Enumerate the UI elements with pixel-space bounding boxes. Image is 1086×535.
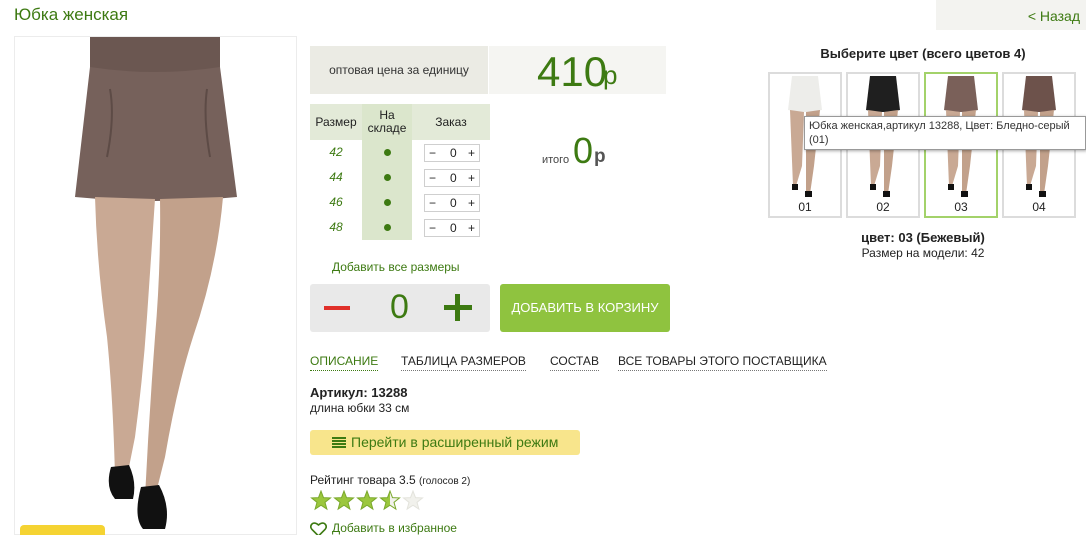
in-stock-dot [383, 199, 391, 207]
order-header: Заказ [412, 104, 490, 140]
color-chooser-title: Выберите цвет (всего цветов 4) [820, 46, 1026, 61]
size-value: 46 [329, 195, 343, 209]
back-panel: < Назад [936, 0, 1086, 30]
quantity-stepper: − 0 + [424, 169, 480, 187]
favorites-label: Добавить в избранное [332, 521, 457, 535]
minus-icon[interactable]: − [429, 171, 436, 185]
product-photo [75, 37, 237, 529]
star-icon[interactable] [333, 490, 355, 511]
quantity-value[interactable]: 0 [450, 146, 457, 160]
star-icon[interactable] [356, 490, 378, 511]
quantity-stepper-large: 0 [310, 284, 490, 332]
plus-icon[interactable]: + [468, 196, 475, 210]
quantity-stepper: − 0 + [424, 144, 480, 162]
tab-all-supplier-products[interactable]: ВСЕ ТОВАРЫ ЭТОГО ПОСТАВЩИКА [618, 354, 827, 371]
heart-icon [310, 522, 327, 535]
stock-indicator [362, 140, 412, 165]
back-link[interactable]: < Назад [1028, 8, 1080, 24]
plus-icon[interactable]: + [468, 146, 475, 160]
price-currency: р [603, 60, 618, 90]
plus-icon[interactable]: + [468, 221, 475, 235]
stock-indicator [362, 165, 412, 190]
tab-composition[interactable]: СОСТАВ [550, 354, 599, 371]
tab-size-table[interactable]: ТАБЛИЦА РАЗМЕРОВ [401, 354, 526, 371]
stock-indicator [362, 190, 412, 215]
add-to-cart-button[interactable]: ДОБАВИТЬ В КОРЗИНУ [500, 284, 670, 332]
minus-icon[interactable]: − [429, 221, 436, 235]
star-icon[interactable] [379, 490, 401, 511]
article-number: Артикул: 13288 [310, 385, 408, 400]
minus-icon[interactable]: − [429, 146, 436, 160]
advanced-mode-button[interactable]: Перейти в расширенный режим [310, 430, 580, 455]
rating-label: Рейтинг товара 3.5 [310, 473, 416, 487]
rating-votes: (голосов 2) [419, 476, 471, 487]
swatch-skirt [788, 76, 822, 112]
swatch-label: 01 [798, 200, 812, 214]
product-image[interactable] [14, 36, 297, 535]
promo-tab[interactable] [20, 525, 105, 535]
plus-icon[interactable]: + [468, 171, 475, 185]
size-value: 44 [329, 170, 343, 184]
stock-header: На складе [362, 104, 412, 140]
list-icon [332, 437, 346, 448]
order-cell: − 0 + [412, 140, 490, 165]
quantity-stepper: − 0 + [424, 194, 480, 212]
selected-color-name: цвет: 03 (Бежевый) [861, 230, 985, 245]
quantity-value-large[interactable]: 0 [390, 288, 409, 327]
star-icon[interactable] [402, 490, 424, 511]
swatch-skirt [944, 76, 978, 112]
swatch-label: 02 [876, 200, 890, 214]
swatch-label: 03 [954, 200, 968, 214]
size-table: Размер На складе Заказ 42 − 0 + 44 − 0 +… [310, 104, 490, 242]
stock-indicator [362, 215, 412, 240]
minus-icon[interactable] [324, 306, 350, 310]
add-all-sizes-link[interactable]: Добавить все размеры [332, 260, 460, 274]
size-value: 48 [329, 220, 343, 234]
model-size: Размер на модели: 42 [861, 246, 985, 260]
swatch-tooltip: Юбка женская,артикул 13288, Цвет: Бледно… [804, 116, 1086, 150]
total-currency: р [594, 146, 606, 167]
price-label: оптовая цена за единицу [329, 63, 469, 77]
total-value: 0 [573, 130, 594, 171]
order-cell: − 0 + [412, 165, 490, 190]
star-icon[interactable] [310, 490, 332, 511]
quantity-value[interactable]: 0 [450, 221, 457, 235]
in-stock-dot [383, 224, 391, 232]
quantity-stepper: − 0 + [424, 219, 480, 237]
tab-description[interactable]: ОПИСАНИЕ [310, 354, 379, 371]
product-details: длина юбки 33 см [310, 401, 410, 415]
order-cell: − 0 + [412, 190, 490, 215]
price-value-box: 410 р [489, 46, 666, 95]
swatch-label: 04 [1032, 200, 1046, 214]
price-label-box: оптовая цена за единицу [310, 46, 488, 94]
swatch-skirt [866, 76, 900, 112]
order-cell: − 0 + [412, 215, 490, 240]
swatch-skirt [1022, 76, 1056, 112]
quantity-value[interactable]: 0 [450, 171, 457, 185]
price-value: 410 [537, 48, 608, 95]
advanced-mode-label: Перейти в расширенный режим [351, 434, 559, 450]
total-label: итого [542, 154, 570, 166]
minus-icon[interactable]: − [429, 196, 436, 210]
size-header: Размер [310, 104, 362, 140]
in-stock-dot [383, 174, 391, 182]
size-value: 42 [329, 145, 343, 159]
rating-stars[interactable] [310, 490, 430, 512]
page-title: Юбка женская [14, 5, 129, 24]
in-stock-dot [383, 149, 391, 157]
rating-text: Рейтинг товара 3.5 (голосов 2) [310, 473, 470, 487]
quantity-value[interactable]: 0 [450, 196, 457, 210]
